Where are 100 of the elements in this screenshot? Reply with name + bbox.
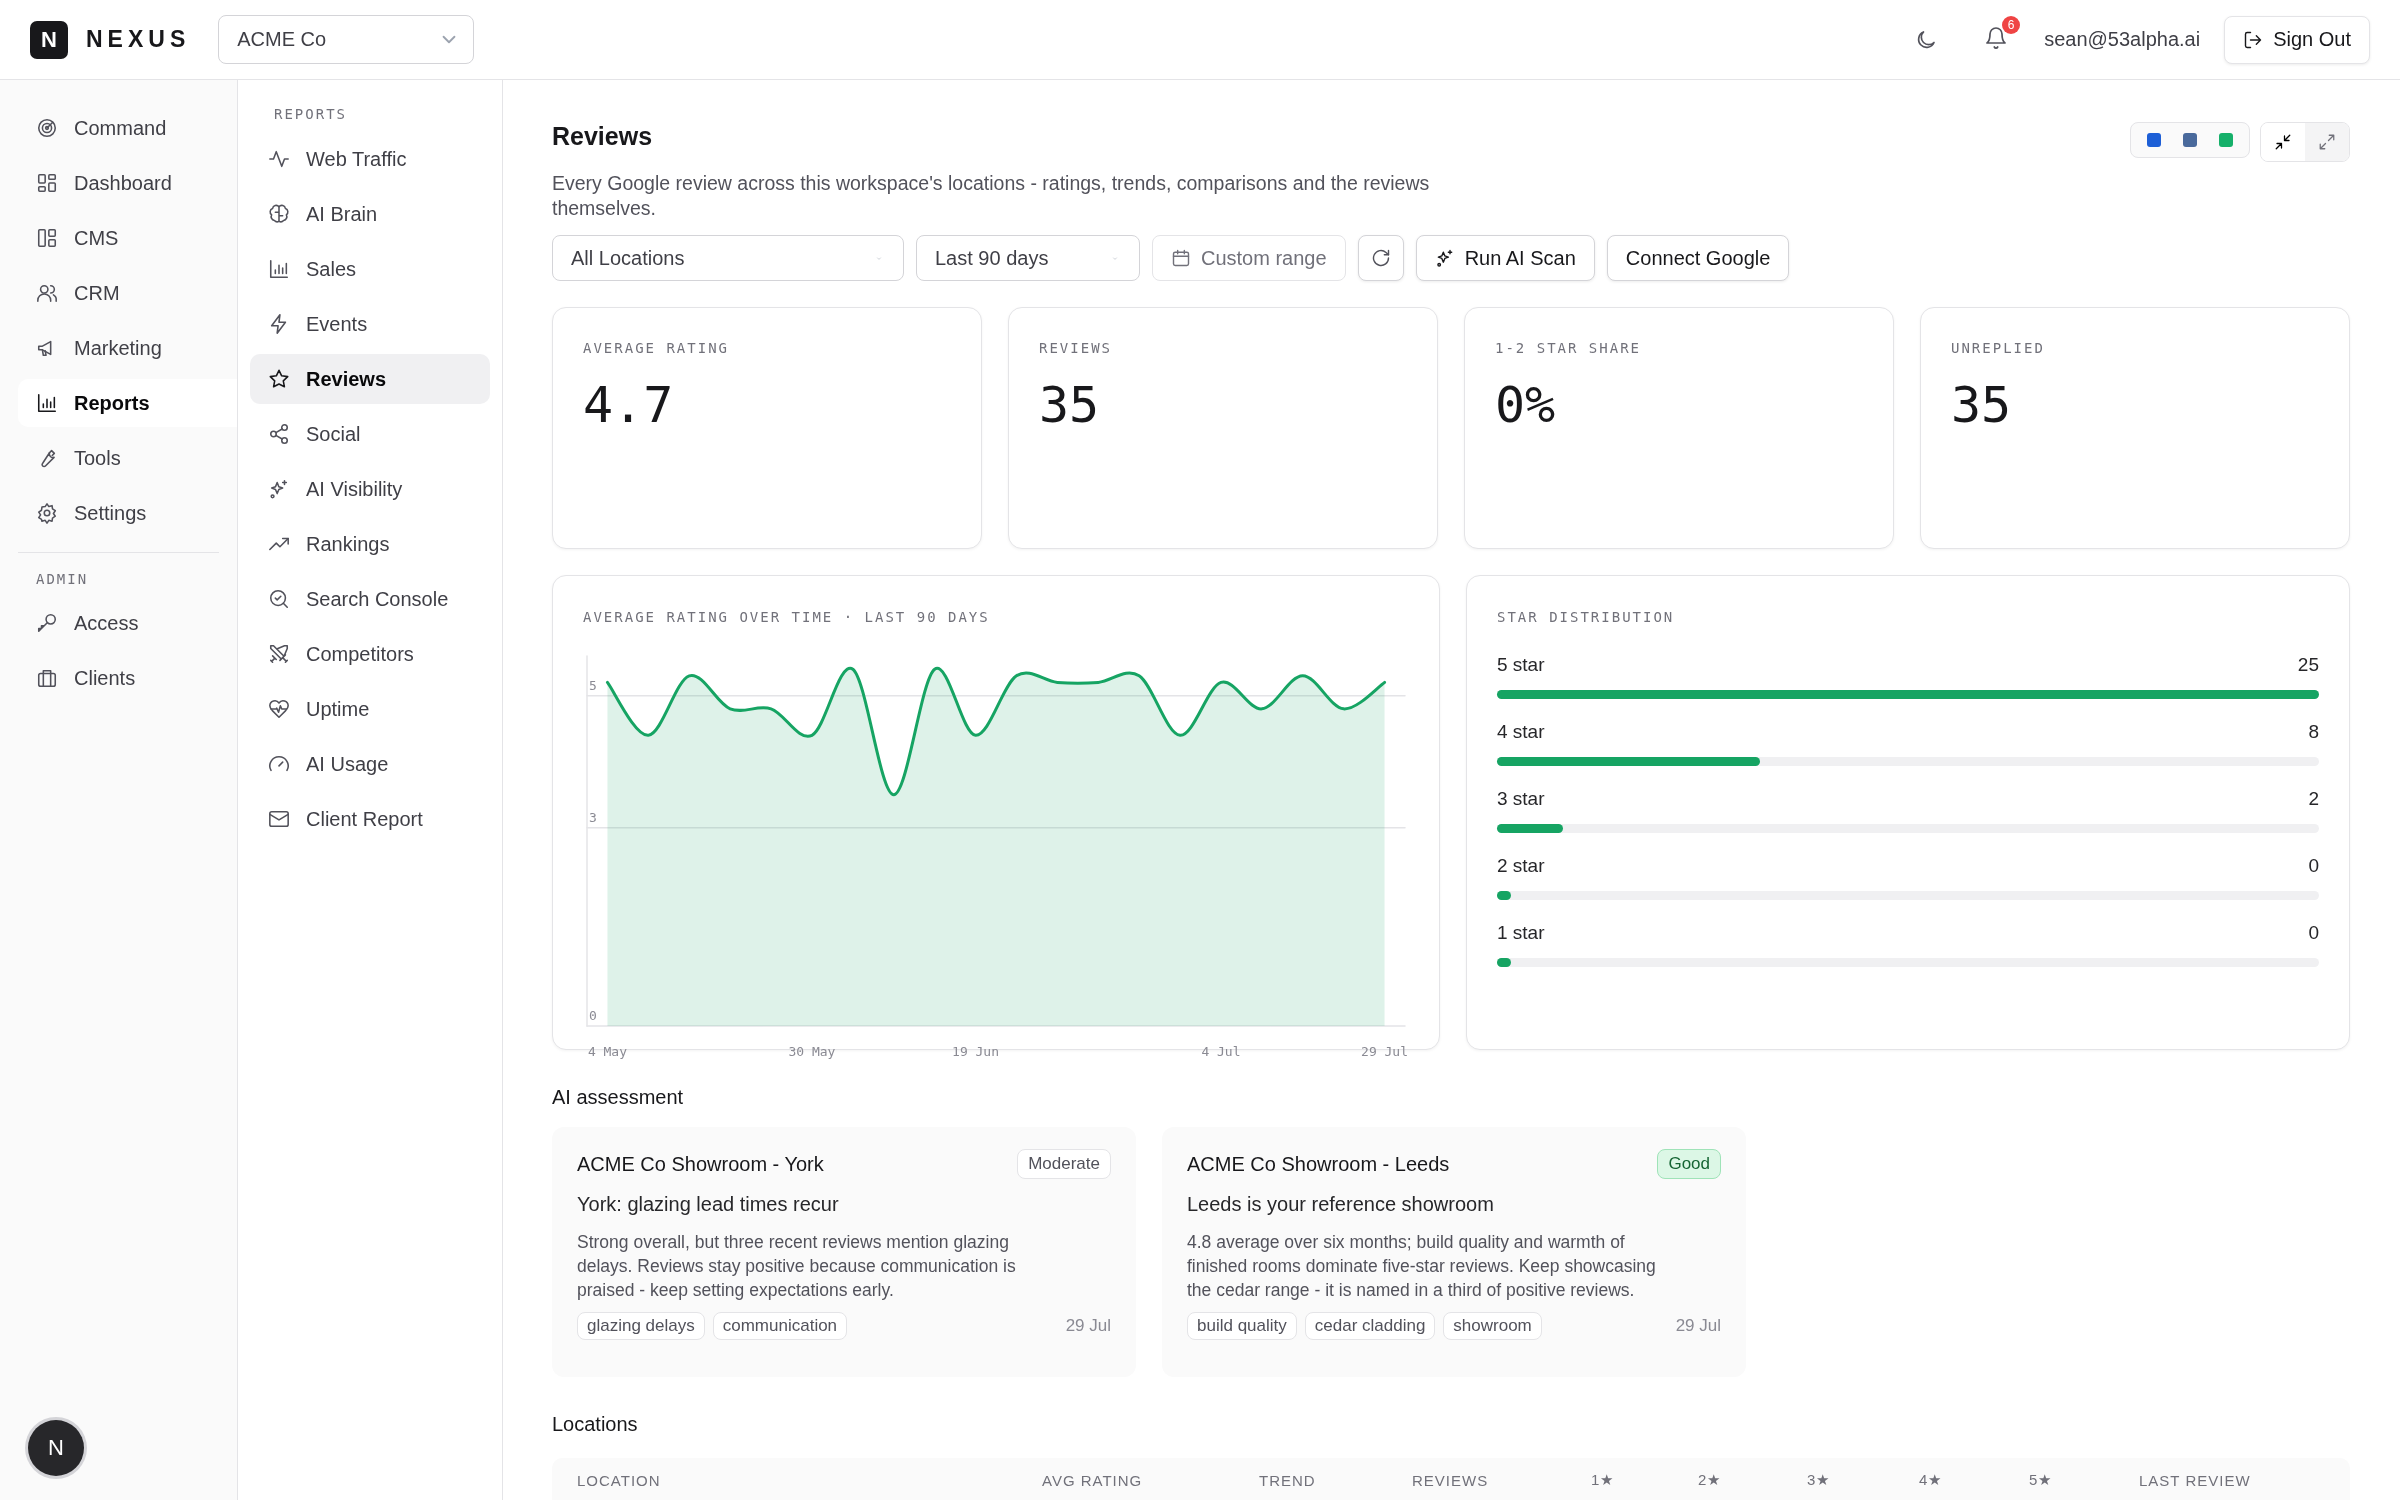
star-icon	[268, 368, 290, 390]
x-tick-label: 4 May	[587, 1044, 627, 1059]
stat-label: AVERAGE RATING	[583, 340, 730, 356]
target-icon	[36, 117, 58, 139]
nav-item[interactable]: CRM	[18, 269, 237, 317]
stat-label: 1-2 STAR SHARE	[1495, 340, 1642, 356]
x-tick-label: 29 Jul	[1361, 1044, 1409, 1059]
column-header: 1★	[1591, 1471, 1616, 1489]
section-heading: REPORTS	[274, 106, 348, 122]
sparkles-icon	[1434, 248, 1455, 268]
activity-icon	[268, 148, 290, 170]
nav-item[interactable]: CMS	[18, 214, 237, 262]
chevron-down-icon	[443, 36, 456, 43]
column-header: AVG RATING	[1042, 1471, 1144, 1489]
heart-pulse-icon	[268, 698, 290, 720]
nav-item[interactable]: Client Report	[250, 794, 490, 844]
connect-google-button[interactable]: Connect Google	[1606, 235, 1790, 281]
star-label: 1 star	[1497, 922, 1545, 944]
star-count: 2	[2308, 788, 2319, 810]
y-tick-label: 3	[589, 809, 597, 825]
sign-out-button[interactable]: Sign Out	[2224, 15, 2370, 64]
y-tick-label: 5	[589, 677, 597, 693]
mail-icon	[268, 808, 290, 830]
period-select[interactable]: Last 90 days	[916, 235, 1140, 281]
column-header: REVIEWS	[1412, 1471, 1490, 1489]
location-select[interactable]: All Locations	[552, 235, 904, 281]
nav-item[interactable]: Clients	[18, 654, 237, 702]
topic-tag: communication	[712, 1312, 848, 1340]
x-tick-label: 19 Jun	[952, 1044, 1000, 1059]
rating-badge: Good	[1657, 1149, 1721, 1179]
collapse-icon	[2274, 133, 2292, 151]
user-email: sean@53alpha.ai	[2044, 28, 2201, 51]
nav-item[interactable]: Web Traffic	[250, 134, 490, 184]
chart-title: STAR DISTRIBUTION	[1497, 609, 1675, 625]
nav-item[interactable]: Competitors	[250, 629, 490, 679]
column-header: 2★	[1698, 1471, 1723, 1489]
calendar-icon	[1171, 248, 1191, 268]
nav-item[interactable]: Access	[18, 599, 237, 647]
color-swatch[interactable]	[2147, 133, 2161, 147]
topic-tag: build quality	[1187, 1312, 1297, 1340]
nav-item[interactable]: AI Brain	[250, 189, 490, 239]
nav-item[interactable]: Reviews	[250, 354, 490, 404]
run-ai-scan-button[interactable]: Run AI Scan	[1415, 235, 1595, 281]
nav-item[interactable]: Reports	[18, 379, 237, 427]
nav-item[interactable]: Dashboard	[18, 159, 237, 207]
column-header: 5★	[2029, 1471, 2054, 1489]
nav-item[interactable]: AI Visibility	[250, 464, 490, 514]
section-heading: AI assessment	[552, 1086, 685, 1109]
topic-tag: glazing delays	[577, 1312, 705, 1340]
swords-icon	[268, 643, 290, 665]
column-header: 4★	[1919, 1471, 1944, 1489]
assessment-text: Strong overall, but three recent reviews mention glazing delays. Reviews stay positive because communication is praised - keep setting expectations early.	[577, 1231, 1017, 1302]
star-count: 25	[2297, 654, 2319, 676]
nav-item[interactable]: Sales	[250, 244, 490, 294]
assessment-text: 4.8 average over six months; build quality and warmth of finished rooms dominate five-star reviews. Keep showcasing the cedar range - it is named in a third of positive reviews.	[1187, 1231, 1657, 1302]
color-swatch[interactable]	[2183, 133, 2197, 147]
refresh-button[interactable]	[1357, 235, 1404, 281]
stat-label: UNREPLIED	[1951, 340, 2046, 356]
nav-item[interactable]: Rankings	[250, 519, 490, 569]
avatar[interactable]: N	[28, 1420, 84, 1476]
nav-item[interactable]: Settings	[18, 489, 237, 537]
nav-item[interactable]: Command	[18, 104, 237, 152]
assessment-headline: York: glazing lead times recur	[577, 1193, 840, 1216]
nav-item[interactable]: Events	[250, 299, 490, 349]
bar-chart-icon	[36, 392, 58, 414]
chart-title: AVERAGE RATING OVER TIME · LAST 90 DAYS	[583, 609, 990, 625]
stat-value: 35	[1951, 376, 2013, 434]
notification-count: 6	[2002, 15, 2021, 34]
refresh-icon	[1370, 248, 1391, 268]
star-count: 0	[2308, 855, 2319, 877]
nav-item[interactable]: AI Usage	[250, 739, 490, 789]
nav-item[interactable]: Tools	[18, 434, 237, 482]
assessment-date: 29 Jul	[1065, 1316, 1111, 1336]
page-description: Every Google review across this workspace's locations - ratings, trends, comparisons and the reviews themselves.	[552, 171, 1431, 221]
star-label: 5 star	[1497, 654, 1545, 676]
location-name: ACME Co Showroom - Leeds	[1187, 1153, 1450, 1176]
stat-value: 35	[1039, 376, 1101, 434]
star-label: 4 star	[1497, 721, 1545, 743]
expand-icon	[2318, 133, 2336, 151]
grid-icon	[36, 172, 58, 194]
nav-item[interactable]: Uptime	[250, 684, 490, 734]
location-name: ACME Co Showroom - York	[577, 1153, 824, 1176]
custom-range-button[interactable]: Custom range	[1152, 235, 1346, 281]
bell-icon[interactable]	[1984, 25, 2009, 50]
nav-item[interactable]: Search Console	[250, 574, 490, 624]
sparkles-icon	[268, 478, 290, 500]
stat-label: REVIEWS	[1039, 340, 1113, 356]
nav-item[interactable]: Marketing	[18, 324, 237, 372]
color-swatch[interactable]	[2219, 133, 2233, 147]
organization-select[interactable]: ACME Co	[218, 15, 475, 64]
star-count: 0	[2308, 922, 2319, 944]
page-title: Reviews	[552, 122, 654, 151]
rating-badge: Moderate	[1017, 1149, 1111, 1179]
assessment-headline: Leeds is your reference showroom	[1187, 1193, 1495, 1216]
x-tick-label: 30 May	[788, 1044, 836, 1059]
column-header: LOCATION	[577, 1471, 662, 1489]
star-label: 3 star	[1497, 788, 1545, 810]
bar-chart-icon	[268, 258, 290, 280]
nav-item[interactable]: Social	[250, 409, 490, 459]
star-label: 2 star	[1497, 855, 1545, 877]
